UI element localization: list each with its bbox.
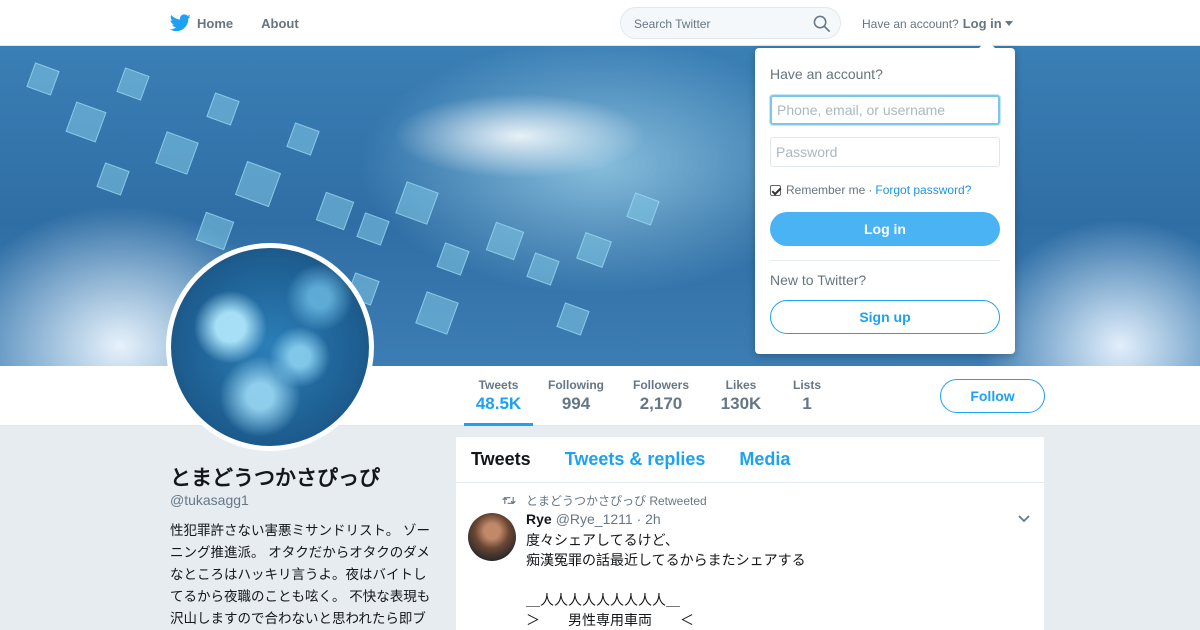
banner-decoration bbox=[286, 122, 320, 156]
search-box[interactable]: Search Twitter bbox=[620, 7, 841, 39]
banner-decoration bbox=[556, 302, 590, 336]
login-button[interactable]: Log in bbox=[770, 212, 1000, 246]
stat-label: Lists bbox=[792, 378, 821, 392]
banner-decoration bbox=[576, 232, 612, 268]
profile-name: とまどうつかさぴっぴ bbox=[170, 467, 380, 490]
account-menu: Have an account? Log in bbox=[862, 16, 1013, 31]
login-dropdown-toggle[interactable]: Log in bbox=[963, 16, 1002, 31]
tab-tweets-replies[interactable]: Tweets & replies bbox=[565, 449, 706, 470]
caret-down-icon[interactable] bbox=[1004, 21, 1013, 26]
banner-decoration bbox=[234, 160, 282, 208]
stat-value: 48.5K bbox=[475, 394, 522, 413]
banner-decoration bbox=[626, 192, 660, 226]
stat-label: Tweets bbox=[478, 378, 519, 392]
profile-bio: 性犯罪許さない害悪ミサンドリスト。 ゾーニング推進派。 オタクだからオタクのダメ… bbox=[170, 523, 431, 626]
banner-decoration bbox=[116, 67, 150, 101]
tab-tweets[interactable]: Tweets bbox=[471, 449, 531, 470]
remember-me-row: Remember me · Forgot password? bbox=[770, 183, 971, 197]
nav-about-link[interactable]: About bbox=[261, 16, 299, 31]
new-to-twitter-label: New to Twitter? bbox=[770, 272, 867, 288]
login-dropdown: Have an account? Remember me · Forgot pa… bbox=[755, 40, 1015, 354]
nav-home-link[interactable]: Home bbox=[170, 14, 233, 32]
banner-decoration bbox=[485, 221, 525, 261]
tweet-text: 度々シェアしてるけど、 痴漢冤罪の話最近してるからまたシェアする ＿人人人人人人… bbox=[526, 532, 806, 628]
tweet-author-avatar[interactable] bbox=[468, 513, 516, 561]
profile-avatar[interactable] bbox=[166, 243, 374, 451]
chevron-down-icon[interactable] bbox=[1018, 515, 1030, 523]
banner-decoration bbox=[415, 291, 459, 335]
stat-label: Following bbox=[548, 378, 604, 392]
tab-media[interactable]: Media bbox=[739, 449, 790, 470]
tweet-header: Rye @Rye_1211 · 2h bbox=[526, 511, 661, 527]
divider bbox=[770, 260, 1000, 261]
tweet-meta[interactable]: @Rye_1211 · 2h bbox=[556, 511, 661, 527]
forgot-password-link[interactable]: Forgot password? bbox=[875, 183, 971, 197]
dropdown-title: Have an account? bbox=[770, 66, 883, 82]
timeline-tabs: Tweets Tweets & replies Media bbox=[456, 437, 1044, 483]
retweet-context: とまどうつかさぴっぴ Retweeted bbox=[502, 492, 707, 509]
banner-decoration bbox=[395, 181, 439, 225]
stat-following[interactable]: Following 994 bbox=[542, 366, 610, 426]
stat-value: 994 bbox=[561, 394, 591, 413]
banner-decoration bbox=[96, 162, 130, 196]
stat-label: Likes bbox=[725, 378, 757, 392]
profile-handle[interactable]: @tukasagg1 bbox=[170, 492, 249, 508]
banner-decoration bbox=[26, 62, 60, 96]
banner-decoration bbox=[206, 92, 240, 126]
nav-links: Home About bbox=[170, 0, 327, 46]
password-field[interactable] bbox=[770, 137, 1000, 167]
banner-decoration bbox=[356, 212, 390, 246]
signup-button[interactable]: Sign up bbox=[770, 300, 1000, 334]
top-navigation: Home About Search Twitter Have an accoun… bbox=[0, 0, 1200, 46]
remember-me-checkbox[interactable] bbox=[770, 184, 781, 196]
separator-dot: · bbox=[868, 183, 873, 197]
stat-value: 1 bbox=[802, 394, 812, 413]
tweet-author-name[interactable]: Rye bbox=[526, 511, 552, 527]
twitter-bird-icon bbox=[170, 14, 191, 32]
stat-followers[interactable]: Followers 2,170 bbox=[627, 366, 695, 426]
banner-decoration bbox=[315, 191, 355, 231]
banner-decoration bbox=[155, 131, 199, 175]
stat-likes[interactable]: Likes 130K bbox=[712, 366, 770, 426]
follow-button[interactable]: Follow bbox=[940, 379, 1045, 413]
stat-label: Followers bbox=[632, 378, 689, 392]
stat-value: 2,170 bbox=[639, 394, 683, 413]
banner-decoration bbox=[526, 252, 560, 286]
have-account-label: Have an account? bbox=[862, 16, 959, 31]
stat-tweets[interactable]: Tweets 48.5K bbox=[464, 366, 533, 426]
remember-me-label[interactable]: Remember me bbox=[786, 183, 865, 197]
nav-home-label: Home bbox=[197, 15, 234, 31]
banner-decoration bbox=[436, 242, 470, 276]
stat-value: 130K bbox=[720, 394, 762, 413]
stat-lists[interactable]: Lists 1 bbox=[787, 366, 827, 426]
retweet-icon bbox=[502, 496, 516, 505]
timeline: Tweets Tweets & replies Media とまどうつかさぴっぴ… bbox=[456, 437, 1044, 630]
username-field[interactable] bbox=[770, 95, 1000, 125]
banner-decoration bbox=[195, 211, 235, 251]
banner-decoration bbox=[65, 101, 107, 143]
retweet-context-label[interactable]: とまどうつかさぴっぴ Retweeted bbox=[526, 492, 707, 509]
search-input[interactable]: Search Twitter bbox=[634, 17, 710, 31]
search-icon[interactable] bbox=[813, 15, 830, 32]
